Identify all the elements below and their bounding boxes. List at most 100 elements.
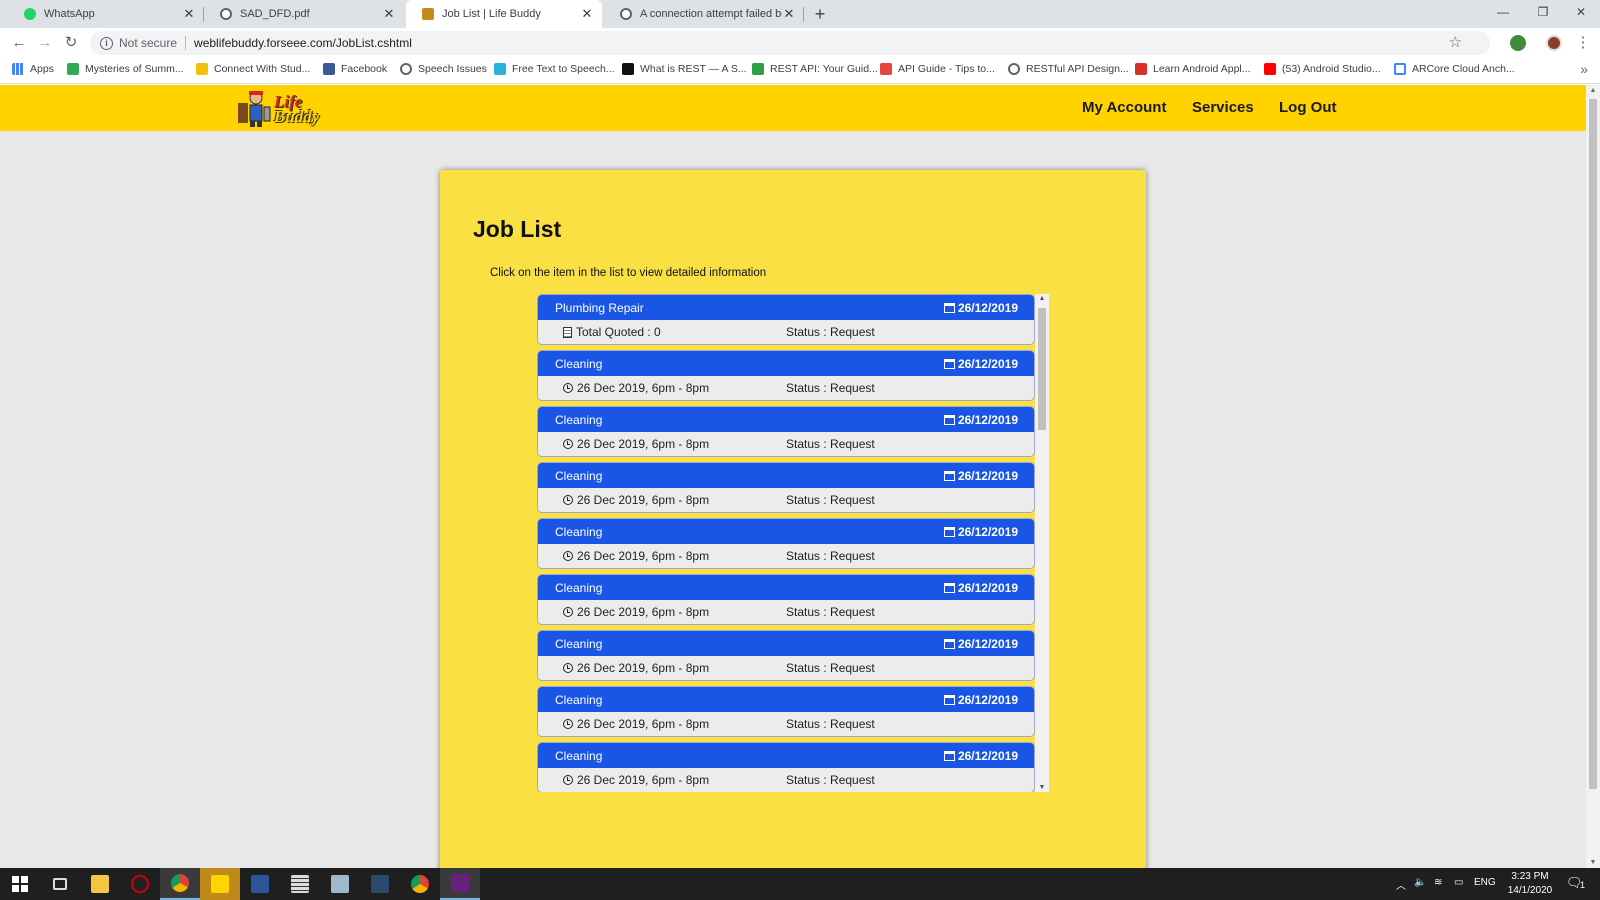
address-bar[interactable]: i Not secure weblifebuddy.forseee.com/Jo…: [90, 31, 1490, 55]
info-icon[interactable]: i: [100, 36, 113, 50]
volume-icon[interactable]: 🔈: [1414, 877, 1426, 888]
bookmark-star-icon[interactable]: ☆: [1449, 33, 1462, 51]
job-item-body[interactable]: 26 Dec 2019, 6pm - 8pm Status : Request: [538, 600, 1034, 624]
job-item-body[interactable]: 26 Dec 2019, 6pm - 8pm Status : Request: [538, 768, 1034, 792]
scrollbar-thumb[interactable]: [1589, 99, 1597, 789]
taskbar-calculator[interactable]: [280, 868, 320, 900]
extension-icon[interactable]: [1510, 35, 1526, 51]
tab-whatsapp[interactable]: WhatsApp ✕: [8, 0, 204, 28]
job-item-body[interactable]: 26 Dec 2019, 6pm - 8pm Status : Request: [538, 544, 1034, 568]
scroll-up-arrow-icon[interactable]: ▲: [1586, 87, 1600, 94]
bookmark-item[interactable]: What is REST — A S...: [622, 63, 747, 75]
minimize-button[interactable]: —: [1484, 0, 1522, 28]
language-indicator[interactable]: ENG: [1474, 877, 1496, 888]
show-hidden-icons-icon[interactable]: ︿: [1396, 877, 1406, 892]
bookmark-label: Learn Android Appl...: [1153, 63, 1251, 75]
job-list-item[interactable]: Cleaning 26/12/2019 26 Dec 2019, 6pm - 8pm…: [537, 406, 1035, 457]
job-item-header[interactable]: Plumbing Repair 26/12/2019: [538, 295, 1034, 320]
taskbar-word[interactable]: [240, 868, 280, 900]
task-view-button[interactable]: [40, 868, 80, 900]
scrollbar-thumb[interactable]: [1038, 308, 1046, 430]
new-tab-button[interactable]: +: [808, 3, 832, 25]
calendar-icon: [943, 302, 955, 313]
job-list-item[interactable]: Plumbing Repair 26/12/2019 Total Quoted : …: [537, 294, 1035, 345]
restore-button[interactable]: ❐: [1524, 0, 1562, 28]
url-text[interactable]: weblifebuddy.forseee.com/JobList.cshtml: [194, 36, 412, 50]
tab-connection-failed[interactable]: A connection attempt failed beca ✕: [604, 0, 804, 28]
nav-log-out[interactable]: Log Out: [1279, 99, 1336, 116]
taskbar-chrome[interactable]: [160, 868, 200, 900]
bookmark-item[interactable]: Free Text to Speech...: [494, 63, 615, 75]
job-item-header[interactable]: Cleaning 26/12/2019: [538, 743, 1034, 768]
taskbar-app[interactable]: [120, 868, 160, 900]
job-list-item[interactable]: Cleaning 26/12/2019 26 Dec 2019, 6pm - 8pm…: [537, 686, 1035, 737]
job-item-body[interactable]: 26 Dec 2019, 6pm - 8pm Status : Request: [538, 488, 1034, 512]
job-list-item[interactable]: Cleaning 26/12/2019 26 Dec 2019, 6pm - 8pm…: [537, 630, 1035, 681]
bookmark-item[interactable]: Facebook: [323, 63, 387, 75]
scroll-up-arrow-icon[interactable]: ▲: [1035, 295, 1049, 302]
back-icon[interactable]: ←: [8, 32, 30, 54]
wifi-icon[interactable]: ≋: [1434, 877, 1442, 888]
lifebuddy-logo[interactable]: Life Buddy: [234, 89, 338, 129]
bookmark-item[interactable]: API Guide - Tips to...: [880, 63, 995, 75]
close-tab-icon[interactable]: ✕: [382, 6, 396, 22]
avatar[interactable]: [1546, 35, 1562, 51]
job-item-header[interactable]: Cleaning 26/12/2019: [538, 519, 1034, 544]
tab-job-list[interactable]: Job List | Life Buddy ✕: [406, 0, 602, 28]
page-scrollbar[interactable]: ▲ ▼: [1586, 85, 1600, 868]
job-item-body[interactable]: 26 Dec 2019, 6pm - 8pm Status : Request: [538, 376, 1034, 400]
bookmark-apps[interactable]: Apps: [12, 63, 54, 75]
bookmark-item[interactable]: ARCore Cloud Anch...: [1394, 63, 1515, 75]
close-window-button[interactable]: ✕: [1562, 0, 1600, 28]
taskbar-visual-studio[interactable]: [440, 868, 480, 900]
apps-grid-icon: [12, 63, 24, 75]
bookmark-item[interactable]: Mysteries of Summ...: [67, 63, 184, 75]
nav-my-account[interactable]: My Account: [1082, 99, 1166, 116]
job-name: Cleaning: [555, 748, 603, 763]
job-item-header[interactable]: Cleaning 26/12/2019: [538, 575, 1034, 600]
job-list-item[interactable]: Cleaning 26/12/2019 26 Dec 2019, 6pm - 8pm…: [537, 574, 1035, 625]
job-item-header[interactable]: Cleaning 26/12/2019: [538, 463, 1034, 488]
job-name: Cleaning: [555, 692, 603, 707]
nav-services[interactable]: Services: [1192, 99, 1254, 116]
tab-sad-dfd[interactable]: SAD_DFD.pdf ✕: [204, 0, 404, 28]
job-item-body[interactable]: 26 Dec 2019, 6pm - 8pm Status : Request: [538, 712, 1034, 736]
battery-icon[interactable]: ▭: [1454, 877, 1463, 888]
job-list-item[interactable]: Cleaning 26/12/2019 26 Dec 2019, 6pm - 8pm…: [537, 462, 1035, 513]
taskbar-file-explorer[interactable]: [80, 868, 120, 900]
taskbar-app[interactable]: [320, 868, 360, 900]
job-list-item[interactable]: Cleaning 26/12/2019 26 Dec 2019, 6pm - 8pm…: [537, 742, 1035, 792]
bookmark-item[interactable]: REST API: Your Guid...: [752, 63, 878, 75]
close-tab-icon[interactable]: ✕: [580, 6, 594, 22]
bookmark-item[interactable]: Speech Issues: [400, 63, 487, 75]
bookmark-item[interactable]: Learn Android Appl...: [1135, 63, 1251, 75]
taskbar-chrome[interactable]: [400, 868, 440, 900]
more-bookmarks-icon[interactable]: »: [1580, 61, 1588, 77]
job-item-body[interactable]: 26 Dec 2019, 6pm - 8pm Status : Request: [538, 432, 1034, 456]
bookmark-item[interactable]: Connect With Stud...: [196, 63, 310, 75]
job-list-item[interactable]: Cleaning 26/12/2019 26 Dec 2019, 6pm - 8pm…: [537, 350, 1035, 401]
taskbar-sticky-notes[interactable]: [200, 868, 240, 900]
close-tab-icon[interactable]: ✕: [182, 6, 196, 22]
job-list-scrollbar[interactable]: ▲ ▼: [1035, 294, 1049, 792]
job-item-header[interactable]: Cleaning 26/12/2019: [538, 407, 1034, 432]
job-list-item[interactable]: Cleaning 26/12/2019 26 Dec 2019, 6pm - 8pm…: [537, 518, 1035, 569]
menu-kebab-icon[interactable]: ⋮: [1572, 32, 1594, 54]
close-tab-icon[interactable]: ✕: [782, 6, 796, 22]
job-item-body[interactable]: 26 Dec 2019, 6pm - 8pm Status : Request: [538, 656, 1034, 680]
reload-icon[interactable]: ↻: [60, 32, 82, 54]
scroll-down-arrow-icon[interactable]: ▼: [1035, 784, 1049, 791]
job-detail-text: 26 Dec 2019, 6pm - 8pm: [577, 661, 710, 675]
start-button[interactable]: [0, 868, 40, 900]
bookmark-item[interactable]: RESTful API Design...: [1008, 63, 1129, 75]
job-item-header[interactable]: Cleaning 26/12/2019: [538, 351, 1034, 376]
job-item-body[interactable]: Total Quoted : 0 Status : Request: [538, 320, 1034, 344]
taskbar-app[interactable]: [360, 868, 400, 900]
job-item-header[interactable]: Cleaning 26/12/2019: [538, 631, 1034, 656]
job-list-scroll-area[interactable]: Plumbing Repair 26/12/2019 Total Quoted : …: [537, 294, 1035, 792]
scroll-down-arrow-icon[interactable]: ▼: [1586, 859, 1600, 866]
bookmark-item[interactable]: (53) Android Studio...: [1264, 63, 1381, 75]
forward-icon[interactable]: →: [34, 32, 56, 54]
system-clock[interactable]: 3:23 PM 14/1/2020: [1500, 870, 1560, 898]
job-item-header[interactable]: Cleaning 26/12/2019: [538, 687, 1034, 712]
